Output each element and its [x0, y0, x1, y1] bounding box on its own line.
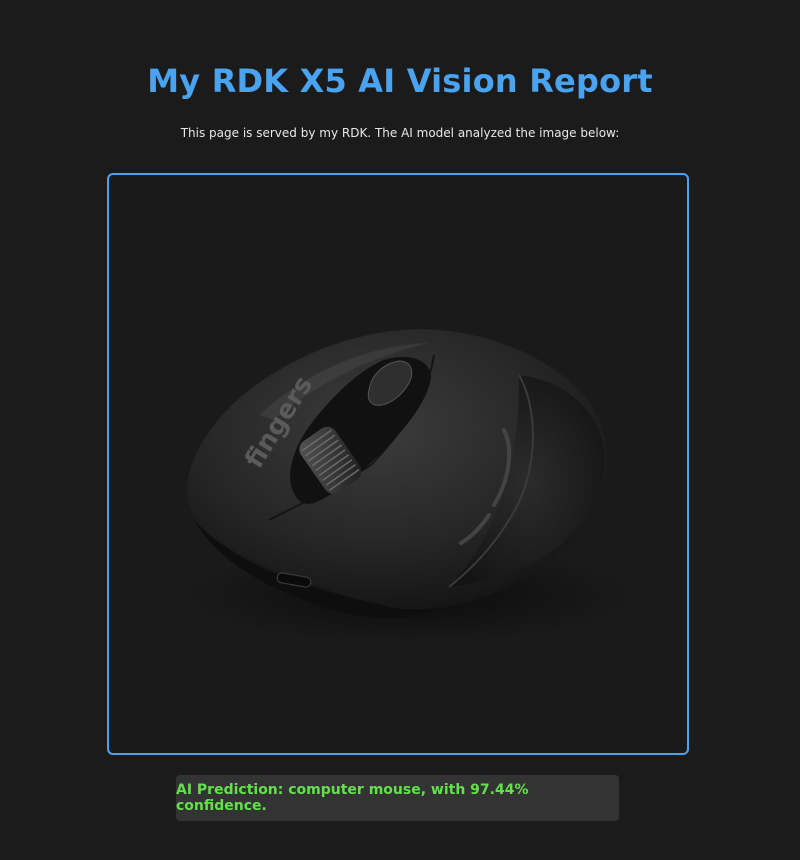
ai-prediction-banner: AI Prediction: computer mouse, with 97.4… — [176, 775, 619, 821]
computer-mouse-image: fingers — [179, 329, 639, 645]
page-title: My RDK X5 AI Vision Report — [147, 62, 653, 100]
analyzed-image-frame: fingers — [107, 173, 689, 755]
page-subtitle: This page is served by my RDK. The AI mo… — [180, 126, 620, 140]
